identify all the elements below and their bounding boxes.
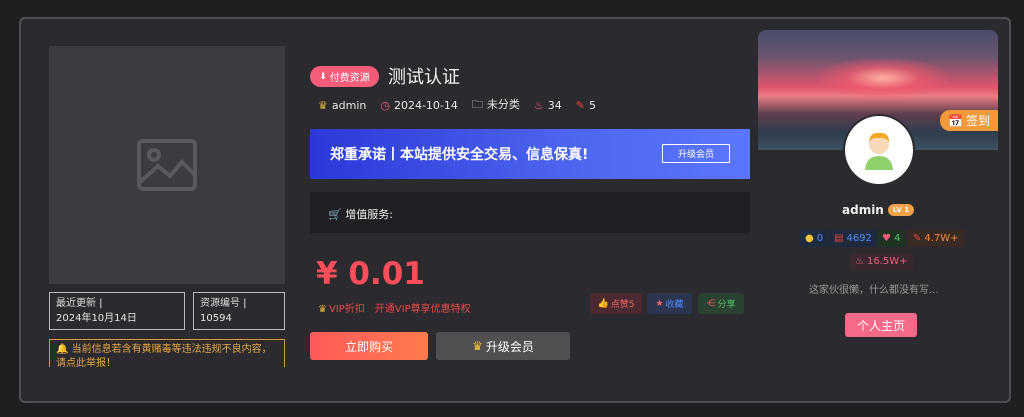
cart-icon: 🛒 bbox=[328, 208, 342, 221]
buy-now-button[interactable]: 立即购买 bbox=[310, 332, 428, 360]
thumb-icon: 👍 bbox=[597, 298, 609, 309]
folder-icon: 🗀 bbox=[471, 98, 483, 111]
stat-posts: ▤ 4692 bbox=[829, 230, 877, 247]
stat-favorites-value: 4 bbox=[893, 233, 901, 244]
pay-badge: ⬇ 付费资源 bbox=[310, 66, 379, 87]
stat-views-value: 16.5W+ bbox=[866, 256, 908, 267]
share-button[interactable]: ⋲ 分享 bbox=[698, 293, 744, 314]
updated-label: 最近更新 bbox=[56, 298, 96, 309]
banner-text: 郑重承诺丨本站提供安全交易、信息保真! bbox=[330, 147, 589, 163]
comment-icon: ✎ bbox=[575, 99, 585, 112]
user-name[interactable]: admin bbox=[842, 203, 884, 217]
user-avatar-icon bbox=[865, 132, 893, 170]
updated-value: 2024年10月14日 bbox=[56, 313, 137, 324]
meta-comments: ✎ 5 bbox=[576, 99, 596, 112]
vip-crown-icon: ♛ bbox=[318, 304, 327, 315]
comments-value: 5 bbox=[588, 99, 596, 112]
user-bio: 这家伙很懒，什么都没有写... bbox=[809, 285, 939, 296]
share-icon: ⋲ bbox=[706, 298, 716, 309]
meta-views: ♨ 34 bbox=[534, 99, 562, 112]
pay-badge-label: 付费资源 bbox=[329, 73, 370, 84]
service-label: 增值服务: bbox=[345, 208, 393, 221]
fire-icon: ♨ bbox=[533, 99, 544, 112]
resource-id-box: 资源编号 | 10594 bbox=[193, 292, 285, 330]
date-value: 2024-10-14 bbox=[393, 99, 458, 112]
crown-icon: ♛ bbox=[318, 99, 328, 112]
clock-icon: ◷ bbox=[380, 99, 390, 112]
author-name: admin bbox=[331, 99, 367, 112]
category-value: 未分类 bbox=[486, 98, 520, 111]
vip-discount-label: VIP折扣 bbox=[328, 304, 365, 315]
checkin-label: 签到 bbox=[965, 114, 990, 128]
meta-category[interactable]: 🗀 未分类 bbox=[472, 96, 520, 115]
views-value: 34 bbox=[547, 99, 562, 112]
avatar[interactable] bbox=[845, 116, 913, 184]
stat-views: ♨ 16.5W+ bbox=[850, 253, 913, 270]
favorite-label: 收藏 bbox=[665, 300, 684, 310]
like-label: 点赞5 bbox=[610, 300, 635, 310]
post-title: 测试认证 bbox=[388, 67, 460, 88]
report-notice-text: 当前信息若含有黄赌毒等违法违规不良内容，请点此举报！ bbox=[56, 344, 272, 367]
meta-author[interactable]: ♛ admin bbox=[318, 99, 366, 112]
value-added-service: 🛒 增值服务: bbox=[310, 192, 750, 233]
document-icon: ▤ bbox=[834, 233, 844, 244]
image-icon bbox=[137, 139, 197, 191]
thumbnail-placeholder[interactable] bbox=[49, 46, 285, 284]
user-name-row: admin LV 1 bbox=[842, 203, 915, 217]
stat-coins: ● 0 bbox=[800, 230, 829, 247]
resource-id-value: 10594 bbox=[200, 313, 232, 324]
bell-icon: 🔔 bbox=[56, 344, 69, 355]
stat-posts-value: 4692 bbox=[846, 233, 872, 244]
star-icon: ★ bbox=[655, 298, 664, 309]
profile-home-button[interactable]: 个人主页 bbox=[845, 313, 917, 337]
price: ¥ 0.01 bbox=[316, 256, 425, 292]
vip-discount[interactable]: ♛ VIP折扣 bbox=[318, 300, 365, 315]
banner-upgrade-button[interactable]: 升级会员 bbox=[662, 144, 730, 163]
fire-icon: ♨ bbox=[855, 256, 864, 267]
stat-coins-value: 0 bbox=[816, 233, 824, 244]
level-badge: LV 1 bbox=[887, 204, 915, 216]
coin-icon: ● bbox=[805, 233, 814, 244]
stat-favorites: ♥ 4 bbox=[877, 230, 906, 247]
upgrade-vip-button[interactable]: ♛ 升级会员 bbox=[436, 332, 570, 360]
stat-comments: ✎ 4.7W+ bbox=[908, 230, 964, 247]
resource-id-label: 资源编号 bbox=[200, 298, 240, 309]
download-icon: ⬇ bbox=[319, 71, 327, 82]
comment-icon: ✎ bbox=[913, 233, 922, 244]
stat-comments-value: 4.7W+ bbox=[924, 233, 959, 244]
updated-box: 最近更新 | 2024年10月14日 bbox=[49, 292, 185, 330]
favorite-button[interactable]: ★ 收藏 bbox=[647, 293, 692, 314]
calendar-icon: 📅 bbox=[948, 113, 963, 128]
checkin-button[interactable]: 📅 签到 bbox=[940, 110, 998, 131]
post-meta: ♛ admin ◷ 2024-10-14 🗀 未分类 ♨ 34 ✎ 5 bbox=[318, 96, 596, 115]
report-notice[interactable]: 🔔 当前信息若含有黄赌毒等违法违规不良内容，请点此举报！ bbox=[49, 339, 285, 367]
upgrade-vip-label: 升级会员 bbox=[485, 339, 534, 354]
crown-icon: ♛ bbox=[472, 339, 483, 353]
promise-banner[interactable]: 郑重承诺丨本站提供安全交易、信息保真! 升级会员 bbox=[310, 129, 750, 179]
vip-row: ♛ VIP折扣 开通VIP尊享优惠特权 bbox=[318, 300, 471, 315]
share-label: 分享 bbox=[717, 300, 736, 310]
meta-date: ◷ 2024-10-14 bbox=[380, 99, 458, 112]
heart-icon: ♥ bbox=[882, 233, 891, 244]
like-button[interactable]: 👍 点赞5 bbox=[590, 293, 642, 314]
vip-promo[interactable]: 开通VIP尊享优惠特权 bbox=[375, 300, 471, 315]
